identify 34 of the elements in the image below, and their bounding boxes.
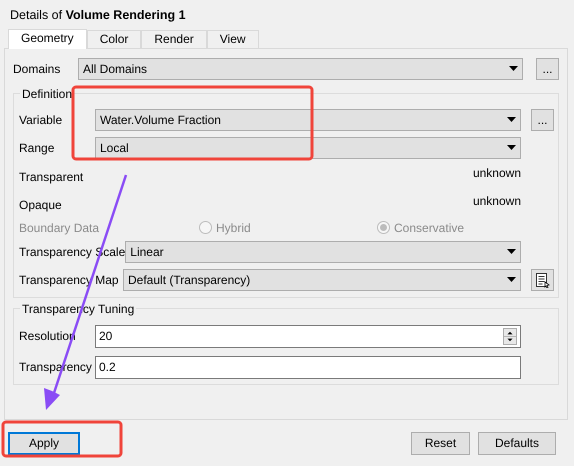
field-label: Range [19,140,56,157]
caret-icon [507,249,516,254]
readout-value: unknown [472,164,521,182]
action-button[interactable]: Defaults [478,432,556,455]
ellipsis-button[interactable]: ... [536,58,559,80]
action-button[interactable]: Reset [411,432,470,455]
dropdown[interactable]: Local [95,136,521,159]
action-button[interactable]: Apply [8,432,80,455]
caret-icon [507,277,516,282]
document-icon [535,272,550,288]
field-label: Variable [19,112,64,129]
spinner-icon[interactable] [503,328,517,345]
caret-icon [507,145,516,150]
dropdown[interactable]: Linear [125,240,521,263]
field-label: Transparent [19,168,84,186]
field-label: Boundary Data [19,220,100,237]
panel-title: Details of Volume Rendering 1 [9,7,187,24]
readout-value: unknown [472,192,521,210]
dropdown[interactable]: All Domains [78,58,523,80]
tab[interactable]: Color [86,30,142,48]
ellipsis-button[interactable]: ... [531,108,554,131]
spin-field[interactable]: 20 [95,324,521,348]
tab[interactable]: Render [141,30,207,48]
dropdown[interactable]: Default (Transparency) [123,268,521,291]
dropdown[interactable]: Water.Volume Fraction [95,108,521,131]
field-label: Opaque [19,196,63,214]
caret-icon [509,66,518,72]
field-label: Domains [13,60,62,78]
field-label: Transparency Map [19,272,120,289]
tab[interactable]: Geometry [8,28,87,49]
editor-button[interactable] [531,268,554,291]
text-field[interactable]: 0.2 [95,356,521,379]
caret-icon [507,117,516,122]
tab[interactable]: View [206,30,259,48]
